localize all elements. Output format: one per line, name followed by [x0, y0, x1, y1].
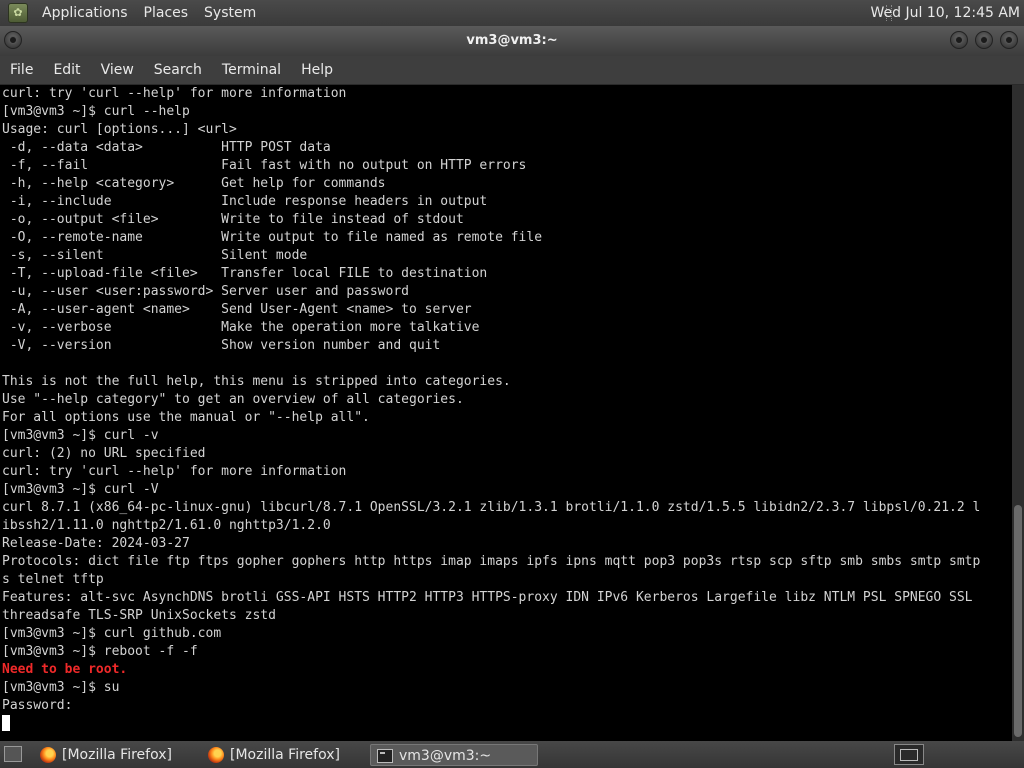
- menubar: File Edit View Search Terminal Help: [0, 56, 1024, 85]
- terminal-line: -o, --output <file> Write to file instea…: [2, 212, 464, 227]
- terminal-line: -i, --include Include response headers i…: [2, 194, 488, 209]
- terminal-line: This is not the full help, this menu is …: [2, 374, 511, 389]
- show-desktop-icon[interactable]: [4, 746, 22, 762]
- terminal-line: [vm3@vm3 ~]$ curl --help: [2, 104, 190, 119]
- taskbar-item-label: [Mozilla Firefox]: [230, 747, 340, 763]
- text-cursor: [2, 715, 10, 731]
- maximize-button[interactable]: [975, 31, 993, 49]
- menu-places[interactable]: Places: [136, 5, 197, 21]
- distro-logo-icon[interactable]: ✿: [8, 3, 28, 23]
- terminal-line: [vm3@vm3 ~]$ curl github.com: [2, 626, 222, 641]
- menu-terminal[interactable]: Terminal: [212, 62, 291, 78]
- terminal-line: For all options use the manual or "--hel…: [2, 410, 370, 425]
- terminal-line: curl: try 'curl --help' for more informa…: [2, 464, 347, 479]
- terminal-line: [vm3@vm3 ~]$ su: [2, 680, 120, 695]
- menu-search[interactable]: Search: [144, 62, 212, 78]
- menu-help[interactable]: Help: [291, 62, 343, 78]
- terminal-line: Need to be root.: [2, 662, 128, 677]
- workspace-switcher[interactable]: [894, 744, 924, 765]
- terminal-line: Use "--help category" to get an overview…: [2, 392, 464, 407]
- firefox-icon: [40, 747, 56, 763]
- terminal-line: -V, --version Show version number and qu…: [2, 338, 441, 353]
- menu-applications[interactable]: Applications: [34, 5, 136, 21]
- terminal-line: -T, --upload-file <file> Transfer local …: [2, 266, 488, 281]
- close-button[interactable]: [1000, 31, 1018, 49]
- menu-system[interactable]: System: [196, 5, 264, 21]
- terminal-line: Features: alt-svc AsynchDNS brotli GSS-A…: [2, 590, 973, 605]
- taskbar-item-firefox-2[interactable]: [Mozilla Firefox]: [202, 744, 362, 766]
- scrollbar-thumb[interactable]: [1014, 505, 1022, 737]
- window-menu-icon[interactable]: [4, 31, 22, 49]
- menu-view[interactable]: View: [91, 62, 144, 78]
- window-title: vm3@vm3:~: [466, 33, 558, 48]
- terminal-line: -s, --silent Silent mode: [2, 248, 308, 263]
- terminal-line: curl 8.7.1 (x86_64-pc-linux-gnu) libcurl…: [2, 500, 981, 515]
- terminal-line: Protocols: dict file ftp ftps gopher gop…: [2, 554, 981, 569]
- terminal-line: -v, --verbose Make the operation more ta…: [2, 320, 480, 335]
- terminal-icon: [377, 749, 393, 763]
- minimize-button[interactable]: [950, 31, 968, 49]
- terminal-line: curl: (2) no URL specified: [2, 446, 206, 461]
- top-panel: ✿ Applications Places System Wed Jul 10,…: [0, 0, 1024, 26]
- taskbar-item-label: [Mozilla Firefox]: [62, 747, 172, 763]
- terminal-line: -A, --user-agent <name> Send User-Agent …: [2, 302, 472, 317]
- terminal-output[interactable]: curl: try 'curl --help' for more informa…: [0, 85, 1012, 741]
- terminal-line: Release-Date: 2024-03-27: [2, 536, 190, 551]
- firefox-icon: [208, 747, 224, 763]
- terminal-line: curl: try 'curl --help' for more informa…: [2, 86, 347, 101]
- terminal-cursor-line: [0, 715, 1012, 733]
- terminal-line: -d, --data <data> HTTP POST data: [2, 140, 331, 155]
- menu-file[interactable]: File: [0, 62, 43, 78]
- terminal-line: -u, --user <user:password> Server user a…: [2, 284, 409, 299]
- taskbar-item-label: vm3@vm3:~: [399, 748, 492, 764]
- terminal-line: ibssh2/1.11.0 nghttp2/1.61.0 nghttp3/1.2…: [2, 518, 331, 533]
- taskbar-item-terminal[interactable]: vm3@vm3:~: [370, 744, 538, 766]
- terminal-line: -h, --help <category> Get help for comma…: [2, 176, 386, 191]
- terminal-line: Usage: curl [options...] <url>: [2, 122, 237, 137]
- terminal-line: s telnet tftp: [2, 572, 104, 587]
- terminal-line: [vm3@vm3 ~]$ curl -V: [2, 482, 159, 497]
- terminal-line: -f, --fail Fail fast with no output on H…: [2, 158, 527, 173]
- terminal-line: Password:: [2, 698, 73, 713]
- taskbar: [Mozilla Firefox] [Mozilla Firefox] vm3@…: [0, 741, 1024, 768]
- menu-edit[interactable]: Edit: [43, 62, 90, 78]
- terminal-scrollbar[interactable]: [1012, 85, 1024, 741]
- terminal-line: [vm3@vm3 ~]$ reboot -f -f: [2, 644, 198, 659]
- terminal-line: -O, --remote-name Write output to file n…: [2, 230, 543, 245]
- clock[interactable]: Wed Jul 10, 12:45 AM: [871, 0, 1020, 26]
- terminal-line: [vm3@vm3 ~]$ curl -v: [2, 428, 159, 443]
- window-titlebar[interactable]: vm3@vm3:~: [0, 26, 1024, 56]
- terminal-line: threadsafe TLS-SRP UnixSockets zstd: [2, 608, 276, 623]
- taskbar-item-firefox-1[interactable]: [Mozilla Firefox]: [34, 744, 194, 766]
- terminal-lines: curl: try 'curl --help' for more informa…: [0, 85, 1012, 715]
